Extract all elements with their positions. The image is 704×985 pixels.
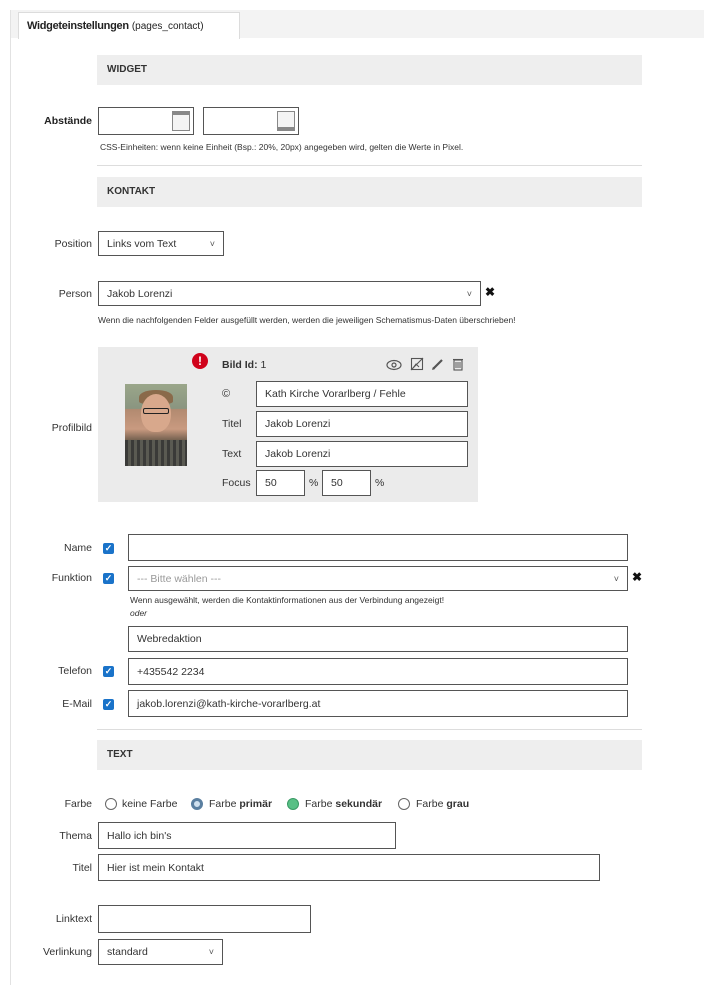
tab-title: Widgeteinstellungen <box>27 20 129 32</box>
thema-input[interactable]: Hallo ich bin's <box>98 822 396 849</box>
focus-x-input[interactable]: 50 <box>256 470 305 496</box>
name-label: Name <box>63 542 92 554</box>
person-select[interactable]: Jakob Lorenzi ˅ <box>98 281 481 306</box>
focus-label: Focus <box>222 477 251 489</box>
divider <box>97 729 642 730</box>
linktext-input[interactable] <box>98 905 311 933</box>
divider <box>97 165 642 166</box>
position-label: Position <box>54 238 92 250</box>
image-title-label: Titel <box>222 418 242 430</box>
image-id: Bild Id: 1 <box>222 359 266 371</box>
spacing-hint: CSS-Einheiten: wenn keine Einheit (Bsp.:… <box>100 142 464 152</box>
farbe-label: Farbe <box>64 798 92 810</box>
radio-farbe-sekundaer-label: Farbe sekundär <box>305 798 383 810</box>
chevron-down-icon: ˅ <box>209 238 215 249</box>
funktion-select[interactable]: --- Bitte wählen --- ˅ <box>128 566 628 591</box>
telefon-input[interactable]: +435542 2234 <box>128 658 628 685</box>
funktion-text-input[interactable]: Webredaktion <box>128 626 628 652</box>
funktion-label: Funktion <box>51 572 92 584</box>
funktion-placeholder: --- Bitte wählen --- <box>137 572 222 585</box>
image-text-input[interactable]: Jakob Lorenzi <box>256 441 468 467</box>
funktion-hint: Wenn ausgewählt, werden die Kontaktinfor… <box>130 595 445 605</box>
spacing-top-input[interactable] <box>98 107 194 135</box>
spacing-label: Abstände <box>44 115 92 127</box>
profile-photo <box>125 384 187 466</box>
section-text: TEXT <box>97 740 642 770</box>
email-input[interactable]: jakob.lorenzi@kath-kirche-vorarlberg.at <box>128 690 628 717</box>
verlinkung-label: Verlinkung <box>42 946 92 958</box>
person-value: Jakob Lorenzi <box>107 287 173 300</box>
focus-y-unit: % <box>375 477 385 489</box>
radio-keine-farbe[interactable] <box>105 798 117 810</box>
telefon-checkbox[interactable]: ✓ <box>103 666 114 677</box>
radio-farbe-primaer-label: Farbe primär <box>209 798 273 810</box>
tab-widget-settings[interactable]: Widgeteinstellungen (pages_contact) <box>18 12 240 39</box>
alert-icon: ! <box>192 353 208 369</box>
section-widget: WIDGET <box>97 55 642 85</box>
remove-person-icon[interactable]: ✖ <box>485 285 495 299</box>
chevron-down-icon: ˅ <box>208 947 214 957</box>
linktext-label: Linktext <box>55 913 92 925</box>
position-select[interactable]: Links vom Text ˅ <box>98 231 224 256</box>
image-id-label: Bild Id: <box>222 359 258 371</box>
chevron-down-icon: ˅ <box>466 288 472 299</box>
verlinkung-value: standard <box>107 946 148 958</box>
tab-subtitle: (pages_contact) <box>131 21 204 32</box>
telefon-label: Telefon <box>58 665 92 677</box>
image-copyright-input[interactable]: Kath Kirche Vorarlberg / Fehle <box>256 381 468 407</box>
eye-icon[interactable] <box>386 359 402 371</box>
name-input[interactable] <box>128 534 628 561</box>
frame-border <box>10 10 11 985</box>
radio-keine-farbe-label: keine Farbe <box>122 798 178 810</box>
person-hint: Wenn die nachfolgenden Felder ausgefüllt… <box>98 315 516 325</box>
spacing-top-icon <box>172 111 190 131</box>
section-kontakt: KONTAKT <box>97 177 642 207</box>
spacing-bottom-icon <box>277 111 295 131</box>
spacing-bottom-input[interactable] <box>203 107 299 135</box>
funktion-checkbox[interactable]: ✓ <box>103 573 114 584</box>
radio-farbe-grau-label: Farbe grau <box>416 798 470 810</box>
radio-farbe-sekundaer[interactable] <box>287 798 299 810</box>
image-text-label: Text <box>222 448 242 460</box>
email-checkbox[interactable]: ✓ <box>103 699 114 710</box>
name-checkbox[interactable]: ✓ <box>103 543 114 554</box>
radio-farbe-grau[interactable] <box>398 798 410 810</box>
focus-y-input[interactable]: 50 <box>322 470 371 496</box>
radio-farbe-primaer[interactable] <box>191 798 203 810</box>
no-image-icon[interactable] <box>410 357 424 371</box>
trash-icon[interactable] <box>452 357 464 371</box>
verlinkung-select[interactable]: standard ˅ <box>98 939 223 965</box>
email-label: E-Mail <box>62 698 92 710</box>
image-id-value: 1 <box>260 359 267 371</box>
position-value: Links vom Text <box>107 237 177 250</box>
remove-funktion-icon[interactable]: ✖ <box>632 570 642 584</box>
copyright-label: © <box>222 388 231 400</box>
edit-pencil-icon[interactable] <box>431 357 445 371</box>
titel-input[interactable]: Hier ist mein Kontakt <box>98 854 600 881</box>
person-label: Person <box>58 288 92 300</box>
image-title-input[interactable]: Jakob Lorenzi <box>256 411 468 437</box>
chevron-down-icon: ˅ <box>613 573 619 584</box>
titel-label: Titel <box>72 862 92 874</box>
profilbild-label: Profilbild <box>51 422 92 434</box>
focus-x-unit: % <box>309 477 319 489</box>
thema-label: Thema <box>59 830 92 842</box>
oder-text: oder <box>130 608 148 618</box>
